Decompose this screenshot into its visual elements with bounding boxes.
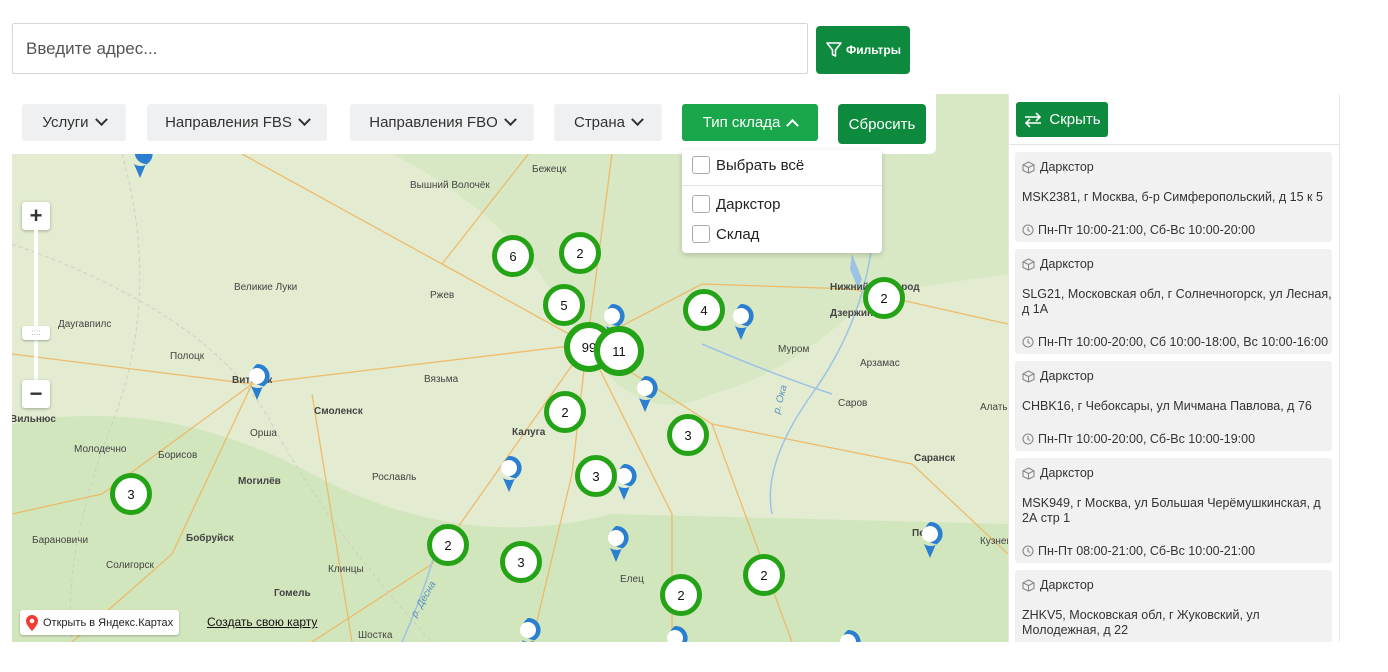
item-type-label: Даркстор — [1040, 257, 1094, 271]
clock-icon — [1022, 224, 1034, 236]
warehouse-checkbox[interactable] — [692, 225, 710, 243]
menu-divider — [682, 185, 882, 186]
item-hours: Пн-Пт 10:00-20:00, Сб 10:00-18:00, Вс 10… — [1022, 335, 1328, 349]
chevron-up-icon — [786, 118, 800, 132]
cluster-marker[interactable]: 11 — [594, 326, 644, 376]
item-type: Даркстор — [1022, 369, 1094, 383]
warehouse-type-menu: Выбрать всё Даркстор Склад — [682, 150, 882, 253]
chevron-down-icon — [94, 113, 108, 127]
open-in-yandex-maps-link[interactable]: Открыть в Яндекс.Картах — [20, 610, 180, 635]
box-icon — [1022, 160, 1035, 174]
clock-icon — [1022, 336, 1034, 348]
reset-button[interactable]: Сбросить — [838, 104, 926, 144]
item-address: SLG21, Московская обл, г Солнечногорск, … — [1022, 287, 1332, 316]
address-search-input[interactable] — [12, 23, 808, 74]
item-type-label: Даркстор — [1040, 466, 1094, 480]
map-pin-icon — [26, 614, 38, 631]
item-hours: Пн-Пт 10:00-20:00, Сб-Вс 10:00-19:00 — [1022, 432, 1255, 446]
zoom-out-button[interactable]: − — [22, 380, 50, 408]
chevron-down-icon — [631, 113, 644, 127]
item-address: MSK2381, г Москва, б-р Симферопольский, … — [1022, 190, 1323, 204]
cluster-marker[interactable]: 3 — [500, 541, 542, 583]
warehouse-type-dropdown[interactable]: Тип склада — [682, 104, 818, 141]
cluster-marker[interactable]: 5 — [543, 284, 585, 326]
cluster-marker[interactable]: 2 — [559, 232, 601, 274]
item-type-label: Даркстор — [1040, 369, 1094, 383]
list-item[interactable]: Даркстор MSK949, г Москва, ул Большая Че… — [1015, 458, 1332, 563]
darkstore-checkbox[interactable] — [692, 195, 710, 213]
box-icon — [1022, 578, 1035, 592]
create-own-map-link[interactable]: Создать свою карту — [207, 615, 317, 629]
services-dropdown[interactable]: Услуги — [22, 104, 126, 141]
list-item[interactable]: Даркстор MSK2381, г Москва, б-р Симфероп… — [1015, 152, 1332, 242]
warehouse-option[interactable]: Склад — [692, 225, 759, 243]
fbs-directions-label: Направления FBS — [165, 114, 292, 131]
cluster-marker[interactable]: 2 — [743, 554, 785, 596]
box-icon — [1022, 257, 1035, 271]
zoom-slider-handle[interactable]: :::: — [22, 326, 50, 340]
item-hours: Пн-Пт 08:00-21:00, Сб-Вс 10:00-21:00 — [1022, 544, 1255, 558]
clock-icon — [1022, 545, 1034, 557]
item-type: Даркстор — [1022, 160, 1094, 174]
cluster-marker[interactable]: 2 — [660, 574, 702, 616]
select-all-option[interactable]: Выбрать всё — [692, 156, 804, 174]
cluster-marker[interactable]: 4 — [683, 289, 725, 331]
reset-button-label: Сбросить — [848, 115, 916, 133]
open-in-yandex-label: Открыть в Яндекс.Картах — [43, 616, 174, 629]
item-type: Даркстор — [1022, 578, 1094, 592]
list-item[interactable]: Даркстор SLG21, Московская обл, г Солнеч… — [1015, 249, 1332, 354]
item-type-label: Даркстор — [1040, 160, 1094, 174]
cluster-marker[interactable]: 2 — [544, 391, 586, 433]
item-hours-text: Пн-Пт 10:00-20:00, Сб 10:00-18:00, Вс 10… — [1038, 335, 1329, 349]
hide-panel-button[interactable]: Скрыть — [1016, 102, 1108, 137]
chevron-down-icon — [503, 113, 517, 127]
darkstore-label: Даркстор — [716, 195, 781, 213]
fbo-directions-label: Направления FBO — [369, 114, 498, 131]
item-hours: Пн-Пт 10:00-21:00, Сб-Вс 10:00-20:00 — [1022, 223, 1255, 237]
item-type: Даркстор — [1022, 466, 1094, 480]
cluster-marker[interactable]: 6 — [492, 235, 534, 277]
filter-icon — [826, 42, 842, 57]
chevron-down-icon — [298, 113, 311, 127]
panel-divider — [1009, 144, 1339, 145]
results-panel: Скрыть Даркстор MSK2381, г Москва, б-р С… — [1008, 94, 1340, 642]
box-icon — [1022, 466, 1035, 480]
item-address: ZHKV5, Московская обл, г Жуковский, ул М… — [1022, 608, 1260, 637]
list-item[interactable]: Даркстор CHBK16, г Чебоксары, ул Мичмана… — [1015, 361, 1332, 451]
list-item[interactable]: Даркстор ZHKV5, Московская обл, г Жуковс… — [1015, 570, 1332, 642]
zoom-control: + :::: − — [22, 200, 50, 412]
fbo-directions-dropdown[interactable]: Направления FBO — [350, 104, 534, 141]
filters-button[interactable]: Фильтры — [816, 26, 910, 74]
cluster-marker[interactable]: 3 — [110, 473, 152, 515]
country-dropdown-label: Страна — [573, 114, 625, 131]
filter-controls-bar: Услуги Направления FBS Направления FBO С… — [12, 94, 936, 154]
item-type-label: Даркстор — [1040, 578, 1094, 592]
zoom-slider-track[interactable] — [34, 230, 38, 382]
services-dropdown-label: Услуги — [42, 114, 89, 131]
country-dropdown[interactable]: Страна — [554, 104, 662, 141]
cluster-marker[interactable]: 2 — [427, 524, 469, 566]
item-address: MSK949, г Москва, ул Большая Черёмушкинс… — [1022, 496, 1321, 525]
top-search-bar: Фильтры — [12, 23, 910, 75]
box-icon — [1022, 369, 1035, 383]
cluster-marker[interactable]: 2 — [863, 277, 905, 319]
darkstore-option[interactable]: Даркстор — [692, 195, 780, 213]
cluster-marker[interactable]: 3 — [667, 414, 709, 456]
select-all-checkbox[interactable] — [692, 156, 710, 174]
select-all-label: Выбрать всё — [716, 156, 805, 174]
item-type: Даркстор — [1022, 257, 1094, 271]
cluster-marker[interactable]: 3 — [575, 455, 617, 497]
item-address: CHBK16, г Чебоксары, ул Мичмана Павлова,… — [1022, 399, 1312, 413]
filters-label: Фильтры — [845, 43, 902, 57]
item-hours-text: Пн-Пт 10:00-20:00, Сб-Вс 10:00-19:00 — [1038, 432, 1256, 446]
zoom-in-button[interactable]: + — [22, 202, 50, 230]
warehouse-type-label: Тип склада — [702, 114, 781, 131]
fbs-directions-dropdown[interactable]: Направления FBS — [147, 104, 327, 141]
swap-arrows-icon — [1025, 111, 1042, 128]
item-hours-text: Пн-Пт 08:00-21:00, Сб-Вс 10:00-21:00 — [1038, 544, 1256, 558]
item-hours-text: Пн-Пт 10:00-21:00, Сб-Вс 10:00-20:00 — [1038, 223, 1256, 237]
warehouse-label: Склад — [716, 225, 760, 243]
hide-panel-label: Скрыть — [1049, 111, 1101, 128]
clock-icon — [1022, 433, 1034, 445]
